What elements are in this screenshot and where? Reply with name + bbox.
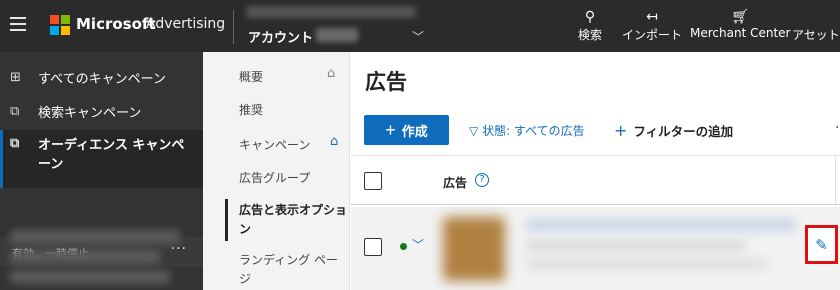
ad-text-redacted [526, 241, 746, 251]
active-indicator [225, 199, 228, 241]
row-checkbox[interactable] [364, 238, 382, 256]
pencil-icon: ✎ [815, 235, 828, 254]
nav-item-audience-campaigns[interactable]: ⧉ オーディエンス キャンペーン [0, 130, 203, 188]
subnav-item-ad-groups[interactable]: 広告グループ [239, 169, 310, 186]
create-button[interactable]: + 作成 [364, 115, 449, 145]
add-filter-button[interactable]: + フィルターの追加 [614, 121, 733, 140]
chevron-down-icon[interactable]: ﹀ [412, 236, 424, 253]
subnav-item-overview[interactable]: 概要 [239, 68, 263, 85]
campaign-entry-redacted[interactable] [10, 270, 170, 284]
topbar-import[interactable]: ↤ インポート [622, 8, 682, 43]
audience-campaign-icon: ⧉ [10, 136, 20, 151]
table-row[interactable]: ﹀ [351, 207, 840, 290]
edit-button[interactable]: ✎ [805, 225, 838, 264]
topbar-search[interactable]: ⚲ 検索 [578, 8, 602, 43]
topbar-divider [233, 10, 234, 44]
left-navigation: ⊞ すべてのキャンペーン ⧉ 検索キャンペーン ⧉ オーディエンス キャンペーン… [0, 52, 203, 290]
campaign-entry-redacted[interactable] [10, 230, 180, 244]
add-filter-label: フィルターの追加 [633, 124, 734, 139]
more-icon[interactable]: · [835, 120, 839, 136]
import-icon: ↤ [646, 9, 658, 25]
subnav-item-campaigns[interactable]: キャンペーン [239, 136, 310, 153]
assets-icon [792, 8, 840, 26]
subnav-item-recommendations[interactable]: 推奨 [239, 101, 263, 118]
column-divider[interactable] [835, 156, 836, 206]
all-campaigns-icon: ⊞ [10, 69, 21, 85]
brand-name[interactable]: Microsoft [76, 15, 156, 33]
home-filled-icon[interactable]: ⌂ [330, 134, 338, 149]
nav-item-all-campaigns[interactable]: ⊞ すべてのキャンペーン [0, 60, 203, 94]
nav-item-search-campaigns[interactable]: ⧉ 検索キャンペーン [0, 94, 203, 128]
topbar-merchant-center-label: Merchant Center [690, 26, 791, 40]
subnav-item-ads-extensions[interactable]: 広告と表示オプション [239, 201, 347, 239]
select-all-checkbox[interactable] [364, 172, 382, 190]
plus-icon: + [385, 120, 396, 140]
topbar-search-label: 検索 [578, 28, 603, 42]
main-content: 広告 + 作成 ▽ 状態: すべての広告 + フィルターの追加 · 広告 ? ﹀ … [351, 52, 840, 290]
help-icon[interactable]: ? [475, 173, 489, 187]
column-header-ad[interactable]: 広告 [443, 174, 467, 191]
ad-image-redacted [443, 217, 505, 281]
plus-icon: + [614, 121, 628, 140]
topbar-import-label: インポート [622, 28, 683, 42]
search-icon: ⚲ [584, 9, 596, 25]
account-selector-label[interactable]: アカウント [248, 27, 313, 46]
ad-headline-redacted [526, 219, 796, 231]
campaign-entry-redacted[interactable] [10, 250, 160, 264]
brand-product[interactable]: Advertising [146, 16, 225, 32]
nav-item-label: 検索キャンペーン [38, 105, 142, 121]
search-campaign-icon: ⧉ [10, 103, 20, 119]
topbar-merchant-center[interactable]: 🛒︎ Merchant Center [690, 8, 790, 40]
topbar-assets[interactable]: アセット [792, 8, 840, 43]
cart-icon: 🛒︎ [731, 9, 750, 25]
create-button-label: 作成 [401, 123, 428, 139]
home-icon[interactable]: ⌂ [327, 66, 335, 81]
hamburger-menu-icon[interactable] [10, 17, 26, 31]
chevron-down-icon[interactable]: ﹀ [412, 28, 424, 45]
page-title: 広告 [365, 70, 407, 94]
filter-icon: ▽ [469, 124, 479, 138]
table-header: 広告 ? [351, 155, 840, 206]
status-filter-text: 状態: すべての広告 [482, 124, 585, 138]
nav-item-label: すべてのキャンペーン [38, 71, 166, 87]
account-name-redacted [246, 6, 416, 18]
topbar-assets-label: アセット [792, 28, 840, 42]
status-filter-link[interactable]: ▽ 状態: すべての広告 [469, 122, 585, 139]
microsoft-logo-icon [50, 15, 70, 35]
ad-text-redacted [526, 259, 766, 269]
subnav-item-landing-pages[interactable]: ランディング ページ [239, 251, 347, 289]
top-bar: Microsoft Advertising アカウント ﹀ ⚲ 検索 ↤ インポ… [0, 0, 840, 52]
sub-navigation: 概要 ⌂ 推奨 キャンペーン ⌂ 広告グループ 広告と表示オプション ランディン… [203, 52, 350, 290]
account-id-redacted [316, 28, 358, 42]
nav-item-label: オーディエンス キャンペーン [38, 138, 185, 172]
status-active-icon [400, 243, 407, 250]
